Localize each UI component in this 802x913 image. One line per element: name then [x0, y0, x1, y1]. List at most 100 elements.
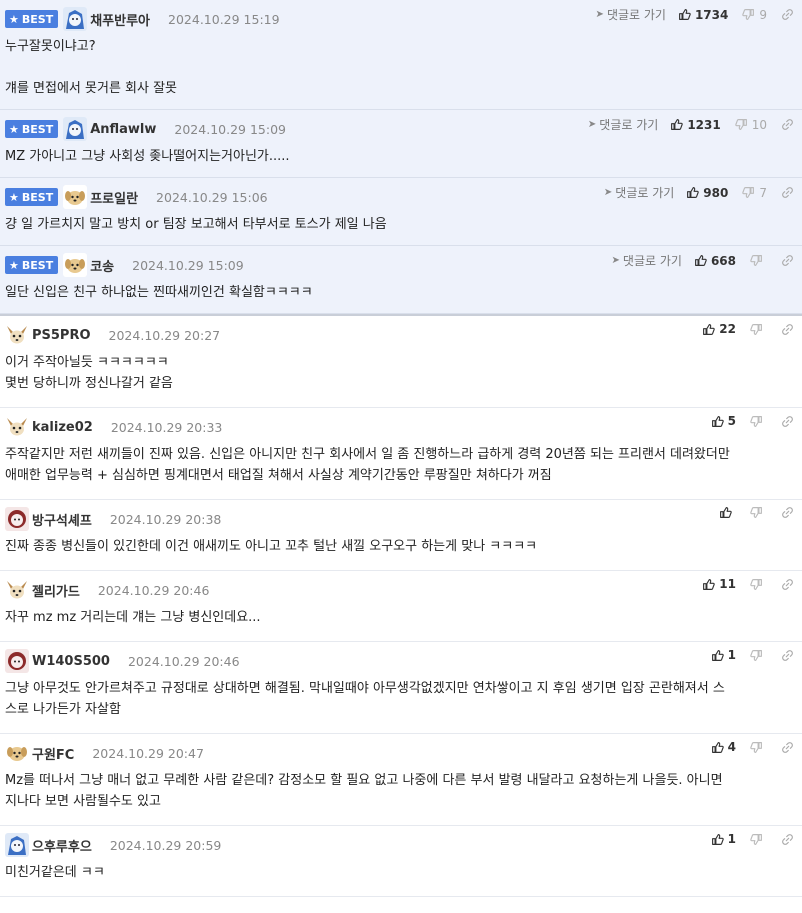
thumbs-up-icon [711, 415, 728, 428]
link-icon [781, 254, 794, 267]
puppy-avatar[interactable] [5, 741, 29, 765]
dislike-button[interactable]: 10 [734, 118, 767, 132]
like-button[interactable]: 4 [711, 740, 736, 754]
timestamp: 2024.10.29 15:06 [156, 189, 268, 205]
share-link-button[interactable] [781, 8, 794, 21]
best-badge: ★ BEST [5, 188, 59, 206]
comment-actions: 1 [711, 648, 794, 662]
share-link-button[interactable] [781, 649, 794, 662]
nickname[interactable]: 방구석셰프 [32, 510, 92, 529]
nickname[interactable]: Anflawlw [90, 122, 156, 137]
goto-comment-link[interactable]: ➤ 댓글로 가기 [604, 184, 674, 201]
dislike-button[interactable]: 7 [742, 186, 767, 200]
comment-text-line: 일단 신입은 친구 하나없는 찐따새끼인건 확실함ㅋㅋㅋㅋ [5, 285, 313, 300]
share-link-button[interactable] [781, 578, 794, 591]
like-button[interactable]: 668 [694, 254, 736, 268]
nickname[interactable]: 채푸반루아 [90, 10, 150, 29]
comment: 젤리가드 2024.10.29 20:46 11 자꾸 mz mz 거리는데 걔는 그… [0, 571, 802, 642]
comment-text-line: 이거 주작아닐듯 ㅋㅋㅋㅋㅋㅋ [5, 355, 169, 370]
nickname[interactable]: 프로일란 [90, 188, 138, 207]
share-link-button[interactable] [781, 254, 794, 267]
blue-character-avatar[interactable] [63, 7, 88, 31]
chihuahua-avatar[interactable] [5, 578, 29, 602]
best-comment: ★ BEST 프로일란 2024.10.29 15:06 ➤ 댓글로 가기 980 7 걍 일 … [0, 178, 802, 246]
dislike-button[interactable] [750, 741, 767, 754]
red-character-avatar[interactable] [5, 507, 29, 531]
like-count: 1 [727, 832, 736, 846]
nickname[interactable]: 젤리가드 [32, 581, 80, 600]
like-button[interactable] [719, 506, 736, 519]
share-link-button[interactable] [781, 415, 794, 428]
best-comment: ★ BEST Anflawlw 2024.10.29 15:09 ➤ 댓글로 가기 1231… [0, 110, 802, 178]
comment-text-line [5, 57, 797, 78]
nickname[interactable]: 으후루후으 [32, 836, 92, 855]
like-button[interactable]: 5 [711, 414, 736, 428]
like-button[interactable]: 22 [702, 322, 736, 336]
comment-body: 주작같지만 저런 새끼들이 진짜 있음. 신입은 아니지만 친구 회사에서 일 … [5, 438, 797, 486]
blue-character-avatar[interactable] [63, 117, 88, 141]
goto-comment-link[interactable]: ➤ 댓글로 가기 [588, 116, 658, 133]
nickname[interactable]: PS5PRO [32, 328, 91, 343]
comment: 구원FC 2024.10.29 20:47 4 Mz를 떠나서 그냥 매너 없고 무례… [0, 734, 802, 826]
best-badge: ★ BEST [5, 256, 59, 274]
dislike-button[interactable]: 9 [742, 8, 767, 22]
blue-character-avatar[interactable] [5, 833, 29, 857]
dislike-button[interactable] [750, 254, 767, 267]
dislike-count: 7 [759, 185, 767, 200]
dislike-button[interactable] [750, 649, 767, 662]
comment: kalize02 2024.10.29 20:33 5 주작같지만 저런 새끼들이 진… [0, 408, 802, 500]
share-link-button[interactable] [781, 833, 794, 846]
comment-text-line: 주작같지만 저런 새끼들이 진짜 있음. 신입은 아니지만 친구 회사에서 일 … [5, 447, 730, 462]
puppy-avatar[interactable] [63, 253, 88, 277]
like-button[interactable]: 980 [686, 186, 728, 200]
goto-comment-link[interactable]: ➤ 댓글로 가기 [612, 252, 682, 269]
share-link-button[interactable] [781, 741, 794, 754]
comment-actions: ➤ 댓글로 가기 1734 9 [596, 6, 794, 23]
like-button[interactable]: 1734 [678, 8, 728, 22]
dislike-button[interactable] [750, 833, 767, 846]
best-comment: ★ BEST 코송 2024.10.29 15:09 ➤ 댓글로 가기 668 일단 신입은 … [0, 246, 802, 314]
comment-actions: ➤ 댓글로 가기 668 [612, 252, 794, 269]
dislike-button[interactable] [750, 506, 767, 519]
goto-label: 댓글로 가기 [622, 254, 682, 268]
timestamp: 2024.10.29 20:59 [109, 837, 222, 853]
link-icon [781, 323, 794, 336]
share-link-button[interactable] [781, 186, 794, 199]
goto-comment-link[interactable]: ➤ 댓글로 가기 [596, 6, 666, 23]
nickname[interactable]: kalize02 [32, 420, 93, 435]
link-icon [781, 8, 794, 21]
comment-header: 구원FC 2024.10.29 20:47 [5, 741, 797, 765]
like-count: 5 [727, 414, 736, 428]
comment-actions: ➤ 댓글로 가기 980 7 [604, 184, 794, 201]
nickname[interactable]: 코송 [90, 256, 114, 275]
comment-header: PS5PRO 2024.10.29 20:27 [5, 323, 797, 347]
comment-body: 일단 신입은 친구 하나없는 찐따새끼인건 확실함ㅋㅋㅋㅋ [5, 276, 797, 303]
like-count: 22 [719, 322, 736, 336]
comment-header: W140S500 2024.10.29 20:46 [5, 649, 797, 673]
chihuahua-avatar[interactable] [5, 323, 29, 347]
thumbs-down-icon [750, 323, 767, 336]
share-link-button[interactable] [781, 323, 794, 336]
puppy-avatar[interactable] [63, 185, 88, 209]
chihuahua-avatar[interactable] [5, 415, 29, 439]
like-button[interactable]: 11 [702, 577, 736, 591]
comment-list: ★ BEST 채푸반루아 2024.10.29 15:19 ➤ 댓글로 가기 1734 9 누구… [0, 0, 802, 897]
thumbs-down-icon [750, 578, 767, 591]
nickname[interactable]: W140S500 [32, 654, 110, 669]
thumbs-up-icon [702, 578, 719, 591]
like-button[interactable]: 1231 [670, 118, 721, 132]
dislike-button[interactable] [750, 578, 767, 591]
share-link-button[interactable] [781, 506, 794, 519]
comment-text-line: 진짜 종종 병신들이 있긴한데 이건 애새끼도 아니고 꼬추 털난 새낄 오구오… [5, 539, 538, 554]
dislike-button[interactable] [750, 323, 767, 336]
best-label: BEST [21, 190, 54, 204]
share-link-button[interactable] [781, 118, 794, 131]
like-button[interactable]: 1 [711, 648, 736, 662]
timestamp: 2024.10.29 20:27 [108, 327, 221, 343]
red-character-avatar[interactable] [5, 649, 29, 673]
nickname[interactable]: 구원FC [32, 744, 74, 763]
like-button[interactable]: 1 [711, 832, 736, 846]
best-label: BEST [21, 258, 54, 272]
dislike-button[interactable] [750, 415, 767, 428]
star-icon: ★ [9, 122, 19, 136]
